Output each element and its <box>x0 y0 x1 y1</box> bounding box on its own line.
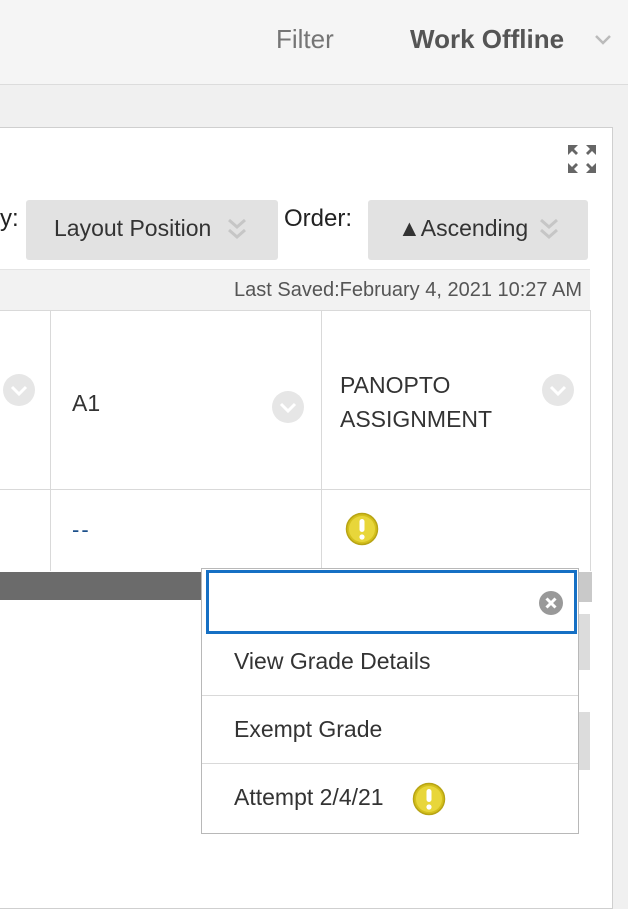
clear-icon[interactable] <box>538 590 564 616</box>
column-divider <box>321 310 322 571</box>
last-saved-text: Last Saved:February 4, 2021 10:27 AM <box>234 279 582 301</box>
column-header-panopto-line1[interactable]: PANOPTO <box>340 368 450 402</box>
expand-icon[interactable] <box>566 143 598 175</box>
column-menu-chevron-icon[interactable] <box>271 390 305 424</box>
horizontal-scrollbar-thumb[interactable] <box>0 572 206 600</box>
double-chevron-icon <box>228 218 246 239</box>
menu-search-input[interactable] <box>206 570 577 634</box>
menu-item-attempt[interactable]: Attempt 2/4/21 <box>202 764 578 832</box>
work-offline-button[interactable]: Work Offline <box>410 24 564 55</box>
needs-grading-icon[interactable] <box>345 512 379 546</box>
column-header-panopto-line2[interactable]: ASSIGNMENT <box>340 402 492 436</box>
last-saved-bar: Last Saved:February 4, 2021 10:27 AM <box>0 269 590 311</box>
menu-item-label: Attempt 2/4/21 <box>234 784 384 810</box>
double-chevron-icon <box>540 218 558 239</box>
filter-button[interactable]: Filter <box>276 24 334 55</box>
sort-by-value: Layout Position <box>54 215 212 241</box>
column-divider <box>50 310 51 571</box>
chevron-down-icon[interactable] <box>594 34 612 46</box>
column-header-a1[interactable]: A1 <box>72 386 100 420</box>
row-divider <box>0 489 591 490</box>
menu-item-exempt-grade[interactable]: Exempt Grade <box>202 696 578 764</box>
row-divider <box>0 310 591 311</box>
sort-by-select[interactable]: Layout Position <box>26 200 278 260</box>
order-value: ▲Ascending <box>398 215 529 241</box>
order-label: Order: <box>284 205 353 232</box>
background-strip <box>578 614 590 670</box>
menu-item-view-grade-details[interactable]: View Grade Details <box>202 628 578 696</box>
grade-cell-a1[interactable]: -- <box>72 517 91 543</box>
column-menu-chevron-icon[interactable] <box>2 373 36 407</box>
background-strip <box>578 712 590 770</box>
needs-grading-icon <box>412 782 446 816</box>
order-select[interactable]: ▲Ascending <box>368 200 588 260</box>
sort-by-label: y: <box>0 205 19 232</box>
column-menu-chevron-icon[interactable] <box>541 373 575 407</box>
menu-item-label: View Grade Details <box>234 648 431 674</box>
menu-item-label: Exempt Grade <box>234 716 383 742</box>
top-toolbar: Filter Work Offline <box>0 0 628 85</box>
column-divider <box>590 310 591 571</box>
